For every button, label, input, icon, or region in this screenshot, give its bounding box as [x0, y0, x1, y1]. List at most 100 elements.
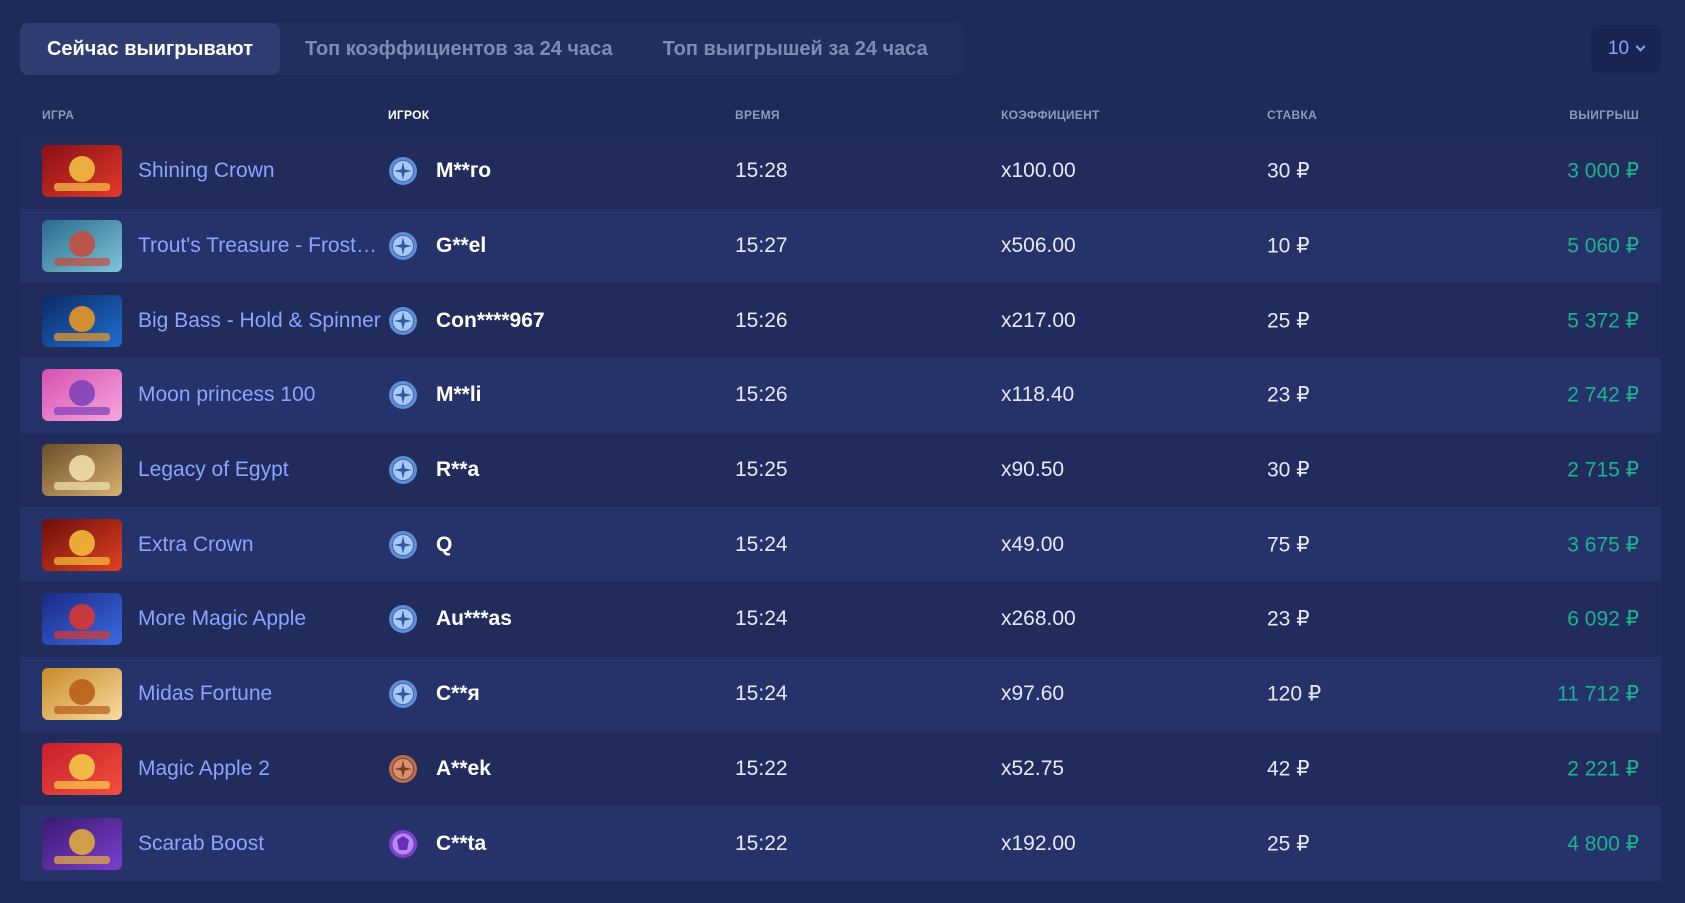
table-row: Extra Crown Q 15:24 x49.00 75 ₽ 3 675 ₽ [20, 507, 1661, 583]
win-time: 15:22 [735, 831, 788, 855]
trouts-treasure-thumbnail[interactable] [42, 220, 122, 273]
scarab-boost-thumbnail[interactable] [42, 817, 122, 870]
column-header-game: ИГРА [42, 108, 75, 122]
win-coefficient: x49.00 [1001, 532, 1065, 556]
more-magic-apple-thumbnail[interactable] [42, 593, 122, 646]
legacy-of-egypt-thumbnail[interactable] [42, 444, 122, 497]
player-name: R**a [436, 458, 480, 482]
win-amount: 4 800 ₽ [1567, 832, 1639, 856]
blue-compass-avatar-icon [388, 156, 418, 186]
game-name-link[interactable]: More Magic Apple [138, 607, 396, 631]
magic-apple-2-thumbnail[interactable] [42, 742, 122, 795]
win-time: 15:28 [735, 159, 788, 183]
tab-top-wins[interactable]: Топ выигрышей за 24 часа [638, 23, 953, 75]
win-coefficient: x192.00 [1001, 831, 1076, 855]
wins-table: Shining Crown M**го 15:28 x100.00 30 ₽ 3… [20, 134, 1661, 881]
game-name-link[interactable]: Shining Crown [138, 159, 396, 183]
table-row: Midas Fortune C**я 15:24 x97.60 120 ₽ 11… [20, 656, 1661, 732]
shining-crown-thumbnail[interactable] [42, 145, 122, 198]
game-name-link[interactable]: Trout's Treasure - Frost… [138, 234, 396, 258]
game-name-link[interactable]: Legacy of Egypt [138, 458, 396, 482]
tab-now-winning[interactable]: Сейчас выигрывают [20, 23, 280, 75]
game-name-link[interactable]: Moon princess 100 [138, 383, 396, 407]
bet-amount: 42 ₽ [1267, 757, 1310, 781]
win-coefficient: x52.75 [1001, 756, 1065, 780]
win-coefficient: x100.00 [1001, 159, 1076, 183]
win-time: 15:26 [735, 383, 788, 407]
blue-compass-avatar-icon [388, 530, 418, 560]
player-name: C**ta [436, 831, 487, 855]
bet-amount: 120 ₽ [1267, 682, 1322, 706]
player-name: Q [436, 532, 453, 556]
bet-amount: 23 ₽ [1267, 383, 1310, 407]
win-time: 15:24 [735, 682, 788, 706]
table-row: Shining Crown M**го 15:28 x100.00 30 ₽ 3… [20, 134, 1661, 209]
win-amount: 5 060 ₽ [1567, 234, 1639, 258]
player-name: Con****967 [436, 308, 545, 332]
player-name: Au***as [436, 607, 512, 631]
win-time: 15:22 [735, 756, 788, 780]
tab-top-coefficients[interactable]: Топ коэффициентов за 24 часа [280, 23, 638, 75]
win-coefficient: x506.00 [1001, 234, 1076, 258]
win-amount: 2 742 ₽ [1567, 383, 1639, 407]
table-row: Legacy of Egypt R**a 15:25 x90.50 30 ₽ 2… [20, 432, 1661, 508]
blue-compass-avatar-icon [388, 455, 418, 485]
player-name: C**я [436, 682, 480, 706]
win-amount: 6 092 ₽ [1567, 607, 1639, 631]
win-coefficient: x217.00 [1001, 308, 1076, 332]
bet-amount: 10 ₽ [1267, 234, 1310, 258]
table-row: More Magic Apple Au***as 15:24 x268.00 2… [20, 582, 1661, 657]
column-header-player: ИГРОК [388, 108, 430, 122]
blue-compass-avatar-icon [388, 679, 418, 709]
win-amount: 2 715 ₽ [1567, 458, 1639, 482]
player-name: M**li [436, 383, 482, 407]
table-row: Trout's Treasure - Frost… G**el 15:27 x5… [20, 208, 1661, 284]
table-row: Scarab Boost C**ta 15:22 x192.00 25 ₽ 4 … [20, 806, 1661, 881]
bet-amount: 23 ₽ [1267, 607, 1310, 631]
column-header-coefficient: КОЭФФИЦИЕНТ [1001, 108, 1100, 122]
player-name: G**el [436, 234, 487, 258]
win-amount: 5 372 ₽ [1567, 309, 1639, 333]
chevron-down-icon [1635, 41, 1646, 52]
table-row: Magic Apple 2 A**ek 15:22 x52.75 42 ₽ 2 … [20, 731, 1661, 807]
big-bass-thumbnail[interactable] [42, 294, 122, 347]
bet-amount: 25 ₽ [1267, 309, 1310, 333]
midas-fortune-thumbnail[interactable] [42, 668, 122, 721]
bronze-compass-avatar-icon [388, 754, 418, 784]
win-time: 15:25 [735, 458, 788, 482]
win-time: 15:26 [735, 308, 788, 332]
blue-compass-avatar-icon [388, 306, 418, 336]
moon-princess-thumbnail[interactable] [42, 369, 122, 422]
game-name-link[interactable]: Scarab Boost [138, 832, 396, 856]
recent-wins-widget: Сейчас выигрывают Топ коэффициентов за 2… [0, 0, 1685, 903]
column-header-bet: СТАВКА [1267, 108, 1318, 122]
win-coefficient: x118.40 [1001, 383, 1075, 407]
win-time: 15:24 [735, 532, 788, 556]
game-name-link[interactable]: Extra Crown [138, 533, 396, 557]
bet-amount: 25 ₽ [1267, 832, 1310, 856]
player-name: A**ek [436, 756, 491, 780]
bet-amount: 30 ₽ [1267, 458, 1310, 482]
table-row: Big Bass - Hold & Spinner Con****967 15:… [20, 283, 1661, 359]
win-amount: 3 675 ₽ [1567, 533, 1639, 557]
column-header-win: ВЫИГРЫШ [1569, 108, 1639, 122]
win-coefficient: x268.00 [1001, 607, 1076, 631]
bet-amount: 30 ₽ [1267, 159, 1310, 183]
column-header-time: ВРЕМЯ [735, 108, 780, 122]
purple-gem-avatar-icon [388, 829, 418, 859]
table-header: ИГРА ИГРОК ВРЕМЯ КОЭФФИЦИЕНТ СТАВКА ВЫИГ… [20, 103, 1661, 127]
game-name-link[interactable]: Midas Fortune [138, 682, 396, 706]
game-name-link[interactable]: Magic Apple 2 [138, 757, 396, 781]
win-amount: 11 712 ₽ [1557, 682, 1639, 706]
rows-count-select[interactable]: 10 [1591, 25, 1661, 73]
win-coefficient: x90.50 [1001, 458, 1065, 482]
blue-compass-avatar-icon [388, 604, 418, 634]
win-amount: 2 221 ₽ [1567, 757, 1639, 781]
extra-crown-thumbnail[interactable] [42, 518, 122, 571]
game-name-link[interactable]: Big Bass - Hold & Spinner [138, 309, 396, 333]
table-row: Moon princess 100 M**li 15:26 x118.40 23… [20, 358, 1661, 433]
win-time: 15:24 [735, 607, 788, 631]
tabs-bar: Сейчас выигрывают Топ коэффициентов за 2… [20, 23, 963, 75]
blue-compass-avatar-icon [388, 231, 418, 261]
rows-count-value: 10 [1607, 38, 1630, 59]
